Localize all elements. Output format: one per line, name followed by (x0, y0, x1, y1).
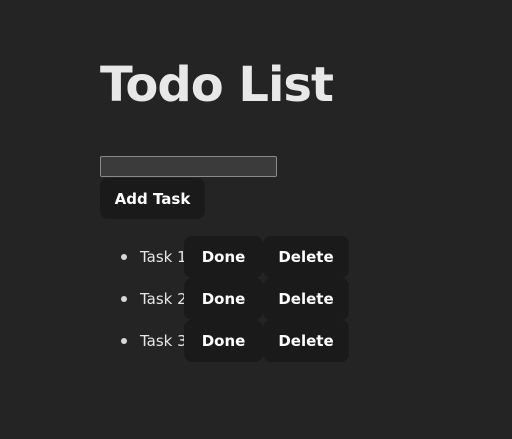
delete-button[interactable]: Delete (263, 320, 349, 362)
task-item: Task 2 Done Delete (118, 278, 349, 320)
task-label: Task 3 (140, 332, 187, 350)
task-label: Task 2 (140, 290, 187, 308)
done-button[interactable]: Done (184, 236, 263, 278)
bullet-icon (121, 296, 127, 302)
bullet-icon (121, 338, 127, 344)
task-list: Task 1 Done Delete Task 2 Done Delete Ta… (118, 236, 349, 362)
task-item: Task 3 Done Delete (118, 320, 349, 362)
add-task-button[interactable]: Add Task (100, 178, 205, 219)
done-button[interactable]: Done (184, 320, 263, 362)
delete-button[interactable]: Delete (263, 278, 349, 320)
page-title: Todo List (100, 57, 334, 113)
done-button[interactable]: Done (184, 278, 263, 320)
todo-app: Todo List Add Task Task 1 Done Delete Ta… (0, 0, 512, 439)
task-item: Task 1 Done Delete (118, 236, 349, 278)
delete-button[interactable]: Delete (263, 236, 349, 278)
task-label: Task 1 (140, 248, 187, 266)
bullet-icon (121, 254, 127, 260)
task-input[interactable] (100, 156, 277, 177)
